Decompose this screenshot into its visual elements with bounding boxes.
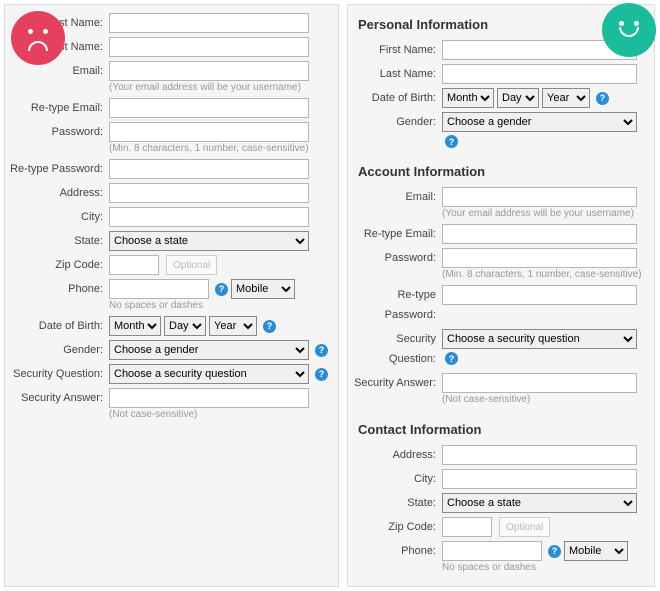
phone-input[interactable]: [109, 279, 209, 299]
help-icon[interactable]: ?: [445, 352, 458, 365]
gender-select[interactable]: Choose a gender: [442, 112, 637, 132]
state-label: State:: [352, 493, 442, 513]
password-label: Password:: [9, 122, 109, 142]
form-grouped: Personal Information First Name: Last Na…: [347, 4, 655, 587]
dob-day-select[interactable]: Day: [164, 316, 206, 336]
city-label: City:: [352, 469, 442, 489]
phone-input[interactable]: [442, 541, 542, 561]
happy-face-icon: [602, 3, 656, 57]
city-input[interactable]: [442, 469, 637, 489]
email-label: Email:: [9, 61, 109, 81]
last-name-label: Last Name:: [352, 64, 442, 84]
sad-face-icon: [11, 11, 65, 65]
dob-year-select[interactable]: Year: [542, 88, 590, 108]
gender-label: Gender:: [352, 112, 442, 132]
zip-label: Zip Code:: [352, 517, 442, 537]
state-select[interactable]: Choose a state: [442, 493, 637, 513]
security-answer-hint: (Not case-sensitive): [442, 394, 646, 406]
phone-label: Phone:: [9, 279, 109, 299]
address-label: Address:: [9, 183, 109, 203]
state-label: State:: [9, 231, 109, 251]
help-icon[interactable]: ?: [548, 545, 561, 558]
optional-button[interactable]: Optional: [499, 517, 550, 537]
retype-password-input[interactable]: [109, 159, 309, 179]
password-input[interactable]: [109, 122, 309, 142]
retype-email-input[interactable]: [109, 98, 309, 118]
help-icon[interactable]: ?: [215, 283, 228, 296]
retype-password-input[interactable]: [442, 285, 637, 305]
phone-type-select[interactable]: Mobile: [231, 279, 295, 299]
email-label: Email:: [352, 187, 442, 207]
last-name-input[interactable]: [109, 37, 309, 57]
city-label: City:: [9, 207, 109, 227]
dob-month-select[interactable]: Month: [109, 316, 161, 336]
security-answer-hint: (Not case-sensitive): [109, 409, 330, 421]
zip-input[interactable]: [109, 255, 159, 275]
retype-password-label: Re-type Password:: [9, 159, 109, 179]
security-answer-label: Security Answer:: [352, 373, 442, 393]
gender-select[interactable]: Choose a gender: [109, 340, 309, 360]
password-hint: (Min. 8 characters, 1 number, case-sensi…: [442, 269, 646, 281]
address-label: Address:: [352, 445, 442, 465]
security-answer-input[interactable]: [442, 373, 637, 393]
optional-button[interactable]: Optional: [166, 255, 217, 275]
dob-label: Date of Birth:: [9, 316, 109, 336]
retype-email-input[interactable]: [442, 224, 637, 244]
password-hint: (Min. 8 characters, 1 number, case-sensi…: [109, 143, 330, 155]
email-input[interactable]: [109, 61, 309, 81]
retype-email-label: Re-type Email:: [9, 98, 109, 118]
city-input[interactable]: [109, 207, 309, 227]
password-label: Password:: [352, 248, 442, 268]
security-answer-input[interactable]: [109, 388, 309, 408]
zip-input[interactable]: [442, 517, 492, 537]
password-input[interactable]: [442, 248, 637, 268]
account-info-heading: Account Information: [358, 164, 646, 179]
phone-label: Phone:: [352, 541, 442, 561]
security-question-select[interactable]: Choose a security question: [109, 364, 309, 384]
address-input[interactable]: [109, 183, 309, 203]
email-hint: (Your email address will be your usernam…: [442, 208, 646, 220]
help-icon[interactable]: ?: [315, 344, 328, 357]
dob-label: Date of Birth:: [352, 88, 442, 108]
security-question-label: Security Question:: [9, 364, 109, 384]
last-name-input[interactable]: [442, 64, 637, 84]
email-hint: (Your email address will be your usernam…: [109, 82, 330, 94]
contact-info-heading: Contact Information: [358, 422, 646, 437]
phone-hint: No spaces or dashes: [442, 562, 646, 574]
retype-email-label: Re-type Email:: [352, 224, 442, 244]
form-ungrouped: First Name: Last Name: Email: (Your emai…: [4, 4, 339, 587]
address-input[interactable]: [442, 445, 637, 465]
zip-label: Zip Code:: [9, 255, 109, 275]
first-name-input[interactable]: [109, 13, 309, 33]
phone-hint: No spaces or dashes: [109, 300, 330, 312]
security-question-select[interactable]: Choose a security question: [442, 329, 637, 349]
dob-year-select[interactable]: Year: [209, 316, 257, 336]
help-icon[interactable]: ?: [315, 368, 328, 381]
help-icon[interactable]: ?: [596, 92, 609, 105]
first-name-label: First Name:: [352, 40, 442, 60]
retype-password-label: Re-type Password:: [352, 285, 442, 325]
dob-month-select[interactable]: Month: [442, 88, 494, 108]
dob-day-select[interactable]: Day: [497, 88, 539, 108]
help-icon[interactable]: ?: [445, 135, 458, 148]
state-select[interactable]: Choose a state: [109, 231, 309, 251]
email-input[interactable]: [442, 187, 637, 207]
gender-label: Gender:: [9, 340, 109, 360]
help-icon[interactable]: ?: [263, 320, 276, 333]
security-question-label: Security Question:: [352, 329, 442, 369]
phone-type-select[interactable]: Mobile: [564, 541, 628, 561]
security-answer-label: Security Answer:: [9, 388, 109, 408]
